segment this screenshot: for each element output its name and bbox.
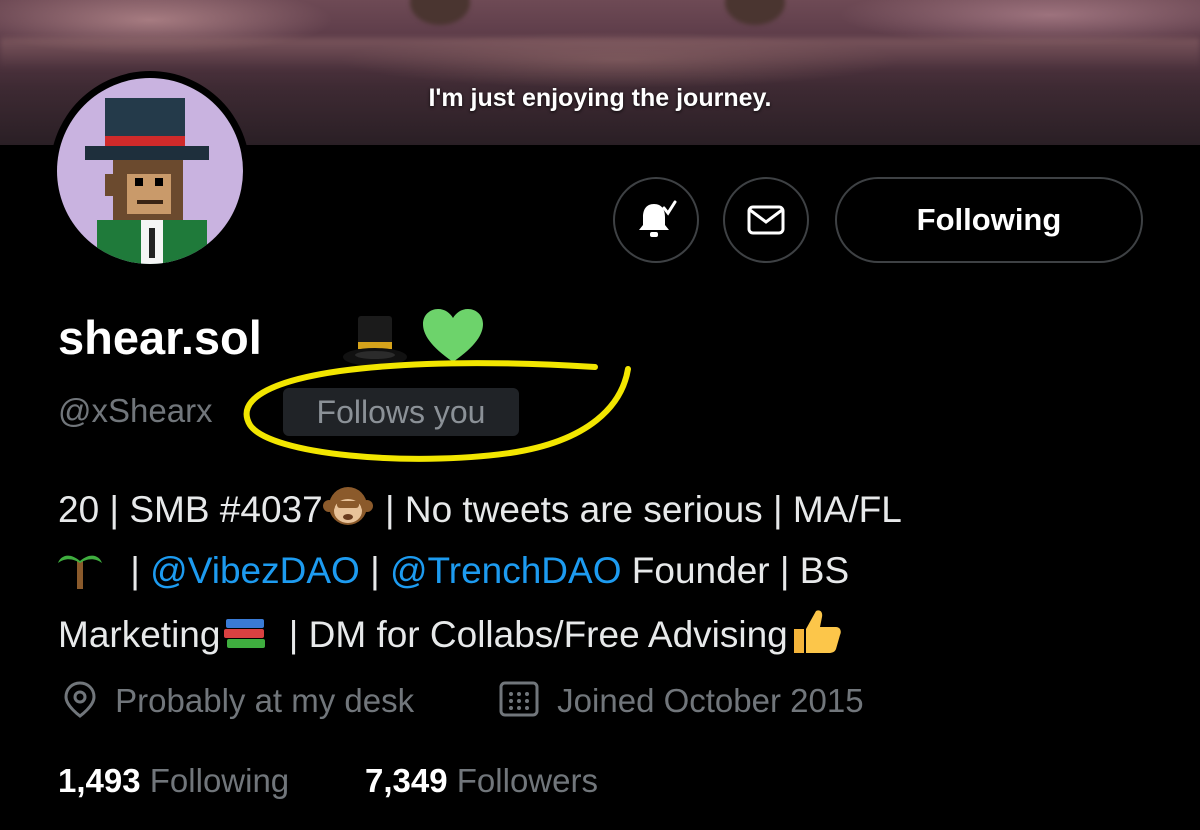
banner-figure-left — [410, 0, 470, 25]
bio-line-3: Marketing | DM for Collabs/Free Advising — [58, 605, 846, 656]
banner-rock — [0, 38, 1200, 68]
joined-date: Joined October 2015 — [498, 680, 864, 720]
location: Probably at my desk — [62, 680, 414, 720]
pixel-monkey-avatar — [85, 98, 209, 264]
highlight-circle-annotation — [243, 360, 631, 462]
trenchdao-link[interactable]: @TrenchDAO — [390, 550, 622, 591]
followers-count-link[interactable]: 7,349 Followers — [365, 762, 598, 800]
monkey-emoji — [322, 484, 375, 525]
envelope-icon — [747, 205, 785, 235]
user-handle: @xShearx — [58, 392, 213, 429]
thumbs-up-emoji — [788, 605, 846, 653]
message-button[interactable] — [723, 177, 809, 263]
avatar[interactable] — [50, 71, 250, 271]
vibezdao-link[interactable]: @VibezDAO — [150, 550, 360, 591]
bio-line-1: 20 | SMB #4037 | No tweets are serious |… — [58, 484, 902, 531]
bio-line-2: | @VibezDAO | @TrenchDAO Founder | BS — [58, 545, 849, 592]
calendar-icon — [499, 681, 539, 717]
books-emoji — [220, 613, 278, 653]
palm-tree-emoji — [58, 545, 120, 589]
following-count-link[interactable]: 1,493 Following — [58, 762, 289, 800]
bell-check-icon — [639, 200, 677, 237]
banner-figure-right — [725, 0, 785, 25]
notifications-button[interactable] — [613, 177, 699, 263]
location-pin-icon — [64, 681, 96, 718]
following-button[interactable]: Following — [835, 177, 1143, 263]
